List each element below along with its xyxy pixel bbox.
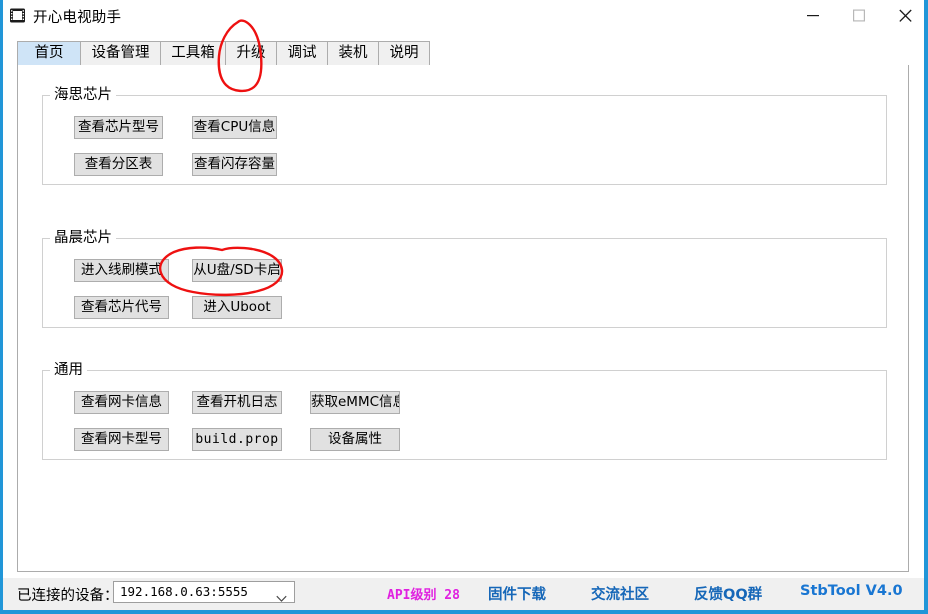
tab-help[interactable]: 说明 [378,41,430,66]
application-window: 开心电视助手 首页 设备管理 工具箱 升级 调试 装机 说明 海思芯片 查看芯片… [0,0,928,614]
tab-label: 升级 [236,45,266,61]
enter-usb-burning-mode-button[interactable]: 进入线刷模式 [74,259,169,282]
feedback-qq-group-link[interactable]: 反馈QQ群 [694,583,762,604]
tv-app-icon [9,7,26,24]
app-version-link[interactable]: StbTool V4.0 [800,583,903,599]
groupbox-title: 海思芯片 [50,87,116,103]
device-select[interactable]: 192.168.0.63:5555 [113,581,295,603]
chevron-down-icon [276,588,287,607]
boot-from-usb-sd-button[interactable]: 从U盘/SD卡启 [192,259,282,282]
build-prop-button[interactable]: build.prop [192,428,282,451]
connected-device-label: 已连接的设备： [17,588,119,604]
status-bar: 已连接的设备： 192.168.0.63:5555 API级别 28 固件下载 … [3,578,924,610]
view-boot-log-button[interactable]: 查看开机日志 [192,391,282,414]
community-link[interactable]: 交流社区 [591,583,649,604]
groupbox-hisilicon: 海思芯片 查看芯片型号 查看CPU信息 查看分区表 查看闪存容量 [42,87,887,185]
tab-label: 设备管理 [91,45,150,61]
view-flash-capacity-button[interactable]: 查看闪存容量 [192,153,277,176]
view-chip-codename-button[interactable]: 查看芯片代号 [74,296,169,319]
device-properties-button[interactable]: 设备属性 [310,428,400,451]
tab-label: 说明 [389,45,419,61]
groupbox-title: 晶晨芯片 [50,230,116,246]
tab-upgrade[interactable]: 升级 [225,41,277,66]
view-cpu-info-button[interactable]: 查看CPU信息 [192,116,277,139]
tab-label: 工具箱 [171,45,215,61]
tab-home[interactable]: 首页 [17,41,81,66]
tab-install[interactable]: 装机 [327,41,379,66]
view-nic-info-button[interactable]: 查看网卡信息 [74,391,169,414]
close-button[interactable] [882,0,928,31]
tab-label: 首页 [34,45,64,61]
api-level-badge: API级别 28 [387,588,460,603]
view-partition-table-button[interactable]: 查看分区表 [74,153,163,176]
get-emmc-info-button[interactable]: 获取eMMC信息 [310,391,400,414]
window-title: 开心电视助手 [33,10,122,26]
groupbox-amlogic: 晶晨芯片 进入线刷模式 从U盘/SD卡启 查看芯片代号 进入Uboot [42,230,887,328]
view-nic-model-button[interactable]: 查看网卡型号 [74,428,169,451]
minimize-button[interactable] [790,0,836,31]
groupbox-general: 通用 查看网卡信息 查看开机日志 获取eMMC信息 查看网卡型号 build.p… [42,362,887,460]
tab-toolbox[interactable]: 工具箱 [160,41,226,66]
groupbox-frame [42,95,887,185]
tab-content-panel: 海思芯片 查看芯片型号 查看CPU信息 查看分区表 查看闪存容量 晶晨芯片 进入… [17,65,909,572]
tab-label: 调试 [287,45,317,61]
groupbox-title: 通用 [50,362,87,378]
tab-bar: 首页 设备管理 工具箱 升级 调试 装机 说明 [17,41,909,66]
tab-device-management[interactable]: 设备管理 [80,41,161,66]
device-select-value: 192.168.0.63:5555 [120,584,248,599]
enter-uboot-button[interactable]: 进入Uboot [192,296,282,319]
tab-debug[interactable]: 调试 [276,41,328,66]
maximize-button[interactable] [836,0,882,31]
tab-label: 装机 [338,45,368,61]
title-bar: 开心电视助手 [3,0,924,33]
view-chip-model-button[interactable]: 查看芯片型号 [74,116,163,139]
firmware-download-link[interactable]: 固件下载 [488,583,546,604]
